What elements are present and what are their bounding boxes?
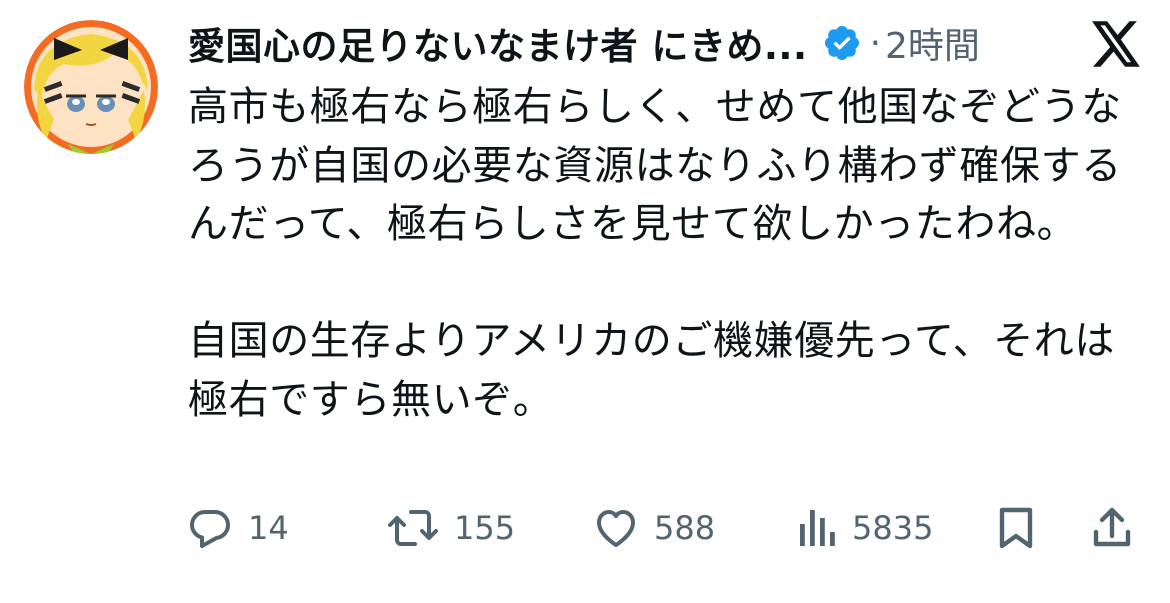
- action-bar: 14 155 588 5835: [186, 500, 1146, 556]
- reply-count: 14: [248, 509, 289, 547]
- repost-button[interactable]: 155: [386, 500, 515, 556]
- repost-count: 155: [454, 509, 516, 547]
- reply-icon: [190, 510, 230, 548]
- views-chart-icon: [800, 510, 835, 546]
- tweet-card[interactable]: 愛国心の足りないなまけ者 にきめ... · 2時間 高市も極右なら極右らしく、せ…: [0, 0, 1170, 603]
- tweet-header: 愛国心の足りないなまけ者 にきめ... · 2時間: [188, 16, 1148, 70]
- views-button[interactable]: 5835: [794, 500, 933, 556]
- tweet-content: 愛国心の足りないなまけ者 にきめ... · 2時間 高市も極右なら極右らしく、せ…: [188, 18, 1148, 429]
- display-name[interactable]: 愛国心の足りないなまけ者 にきめ...: [188, 16, 808, 70]
- like-button[interactable]: 588: [592, 500, 715, 556]
- heart-icon: [597, 510, 635, 547]
- separator-dot: ·: [869, 22, 882, 64]
- share-button[interactable]: [1090, 500, 1134, 556]
- views-count: 5835: [852, 509, 934, 547]
- timestamp[interactable]: 2時間: [885, 17, 980, 69]
- bookmark-button[interactable]: [994, 500, 1038, 556]
- verified-badge-icon: [822, 23, 862, 63]
- bookmark-icon: [999, 507, 1033, 549]
- repost-icon: [388, 510, 438, 546]
- x-logo-icon[interactable]: [1090, 20, 1142, 68]
- avatar[interactable]: [24, 20, 158, 154]
- reply-button[interactable]: 14: [186, 500, 289, 556]
- tweet-text: 高市も極右なら極右らしく、せめて他国なぞどうなろうが自国の必要な資源はなりふり構…: [188, 84, 1122, 423]
- like-count: 588: [654, 509, 716, 547]
- share-icon: [1093, 507, 1131, 547]
- avatar-image: [24, 20, 158, 154]
